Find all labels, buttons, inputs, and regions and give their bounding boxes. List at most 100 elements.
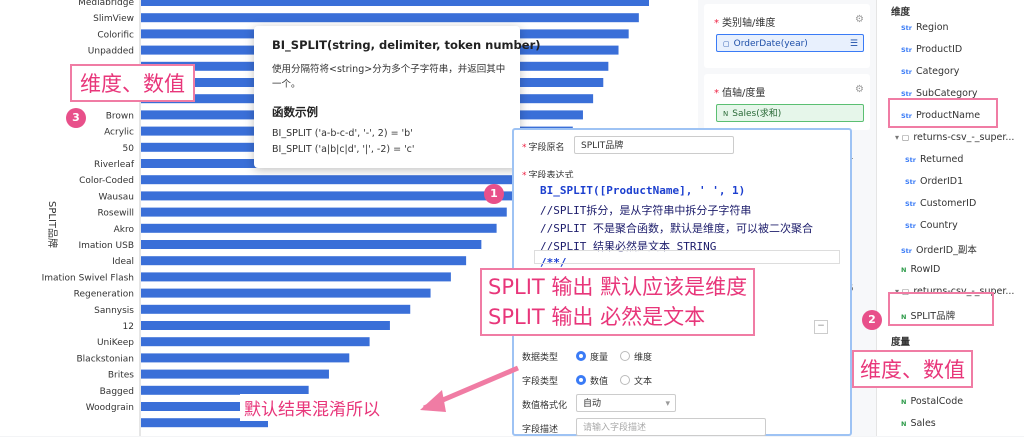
field-item[interactable]: N RowID <box>901 264 940 275</box>
measure-item[interactable]: N Sales <box>901 418 936 429</box>
bar-label-21: UniKeep <box>97 338 134 348</box>
bar-0[interactable] <box>141 0 649 6</box>
measure-header: 度量 <box>891 337 911 348</box>
field-item[interactable]: Str Country <box>905 220 958 231</box>
bar-22[interactable] <box>141 353 350 363</box>
badge-1: 1 <box>484 184 504 204</box>
field-item[interactable]: Str OrderID1 <box>905 176 963 187</box>
category-pill[interactable]: ▢ OrderDate(year) ☰ <box>716 34 864 52</box>
bar-21[interactable] <box>141 337 370 347</box>
bar-label-24: Bagged <box>100 387 134 397</box>
string-type-icon: Str <box>905 178 916 186</box>
field-label: OrderID1 <box>920 176 964 187</box>
field-label: Region <box>916 22 949 33</box>
field-label: OrderID_副本 <box>916 245 977 256</box>
collapse-icon[interactable]: − <box>814 320 828 334</box>
menu-icon[interactable]: ☰ <box>850 35 858 53</box>
field-item[interactable]: Str Returned <box>905 154 963 165</box>
field-type-text-radio[interactable] <box>620 375 630 385</box>
bar-label-11: Color-Coded <box>79 176 134 186</box>
string-type-icon: Str <box>905 156 916 164</box>
function-signature: BI_SPLIT(string, delimiter, token number… <box>272 38 541 52</box>
gear-icon[interactable]: ⚙ <box>855 14 864 25</box>
bar-18[interactable] <box>141 288 431 298</box>
description-input[interactable]: 请输入字段描述 <box>576 418 766 436</box>
bar-16[interactable] <box>141 256 467 266</box>
bar-19[interactable] <box>141 304 411 314</box>
bar-label-13: Rosewill <box>98 209 134 219</box>
bar-1[interactable] <box>141 13 639 23</box>
string-type-icon: Str <box>901 247 912 255</box>
bar-15[interactable] <box>141 240 482 249</box>
annotation-dimension-number-top: 维度、数值 <box>70 64 195 102</box>
function-description: 使用分隔符将<string>分为多个子字符串，并返回其中一个。 <box>272 64 506 90</box>
data-type-dimension-radio[interactable] <box>620 351 630 361</box>
field-item[interactable]: ▾ ▢ returns-csv_-_super... <box>895 132 1014 143</box>
string-type-icon: Str <box>901 46 912 54</box>
bar-label-2: Colorific <box>97 30 134 40</box>
bar-13[interactable] <box>141 207 507 217</box>
bar-label-7: Brown <box>106 111 134 121</box>
number-type-icon: N <box>901 398 907 406</box>
bar-label-25: Woodgrain <box>86 403 134 413</box>
field-label: ProductID <box>916 44 963 55</box>
field-item[interactable]: Str Region <box>901 22 949 33</box>
bar-label-14: Akro <box>114 225 135 235</box>
field-type-number-radio[interactable] <box>576 375 586 385</box>
bar-label-12: Wausau <box>99 192 134 202</box>
bar-label-16: Ideal <box>112 257 134 267</box>
code-line: //SPLIT拆分，是从字符串中拆分子字符串 <box>540 204 752 217</box>
badge-2: 2 <box>862 310 882 330</box>
field-item[interactable]: Str OrderID_副本 <box>901 242 977 256</box>
data-type-measure-radio[interactable] <box>576 351 586 361</box>
bar-label-10: Riverleaf <box>94 160 135 170</box>
bar-label-18: Regeneration <box>74 290 134 300</box>
gear-icon[interactable]: ⚙ <box>855 84 864 95</box>
field-item[interactable]: Str Category <box>901 66 959 77</box>
bar-20[interactable] <box>141 321 390 330</box>
code-line: //SPLIT 不是聚合函数，默认是维度，可以被二次聚合 <box>540 222 813 235</box>
data-type-dimension-label: 维度 <box>634 353 653 363</box>
measure-item[interactable]: N PostalCode <box>901 396 963 407</box>
date-icon: ▢ <box>723 40 730 48</box>
format-select[interactable]: 自动 ▾ <box>576 394 676 412</box>
number-type-icon: N <box>901 266 907 274</box>
string-type-icon: Str <box>901 90 912 98</box>
field-label: RowID <box>910 264 941 275</box>
chevron-down-icon: ▾ <box>665 399 670 409</box>
field-label: CustomerID <box>920 198 977 209</box>
bar-label-20: 12 <box>123 322 134 332</box>
bar-label-1: SlimView <box>93 14 134 24</box>
field-type-number-label: 数值 <box>590 377 609 387</box>
string-type-icon: Str <box>901 68 912 76</box>
bar-12[interactable] <box>141 191 522 201</box>
bar-label-0: Mediabridge <box>78 0 134 8</box>
function-tooltip: BI_SPLIT(string, delimiter, token number… <box>254 26 541 168</box>
field-name-label: * 字段原名 <box>522 143 565 153</box>
value-pill[interactable]: N Sales(求和) <box>716 104 864 122</box>
code-line: BI_SPLIT([ProductName], ' ', 1) <box>540 184 746 197</box>
field-label: Category <box>916 66 960 77</box>
field-type-text-label: 文本 <box>634 377 653 387</box>
bar-14[interactable] <box>141 223 497 233</box>
string-type-icon: Str <box>905 222 916 230</box>
bar-17[interactable] <box>141 272 451 282</box>
field-label: PostalCode <box>910 396 964 407</box>
bar-label-17: Imation Swivel Flash <box>42 273 134 283</box>
example-1: BI_SPLIT ('a-b-c-d', '-', 2) = 'b' <box>272 128 413 139</box>
field-name-input[interactable]: SPLIT品牌 <box>574 136 734 154</box>
bar-23[interactable] <box>141 369 329 379</box>
field-label: Country <box>920 220 958 231</box>
value-axis-title: * 值轴/度量 <box>714 88 766 99</box>
field-item[interactable]: Str CustomerID <box>905 198 976 209</box>
annotation-line: SPLIT 输出 必然是文本 <box>488 305 706 329</box>
value-axis-card: * 值轴/度量 ⚙ N Sales(求和) <box>704 74 870 130</box>
field-label: returns-csv_-_super... <box>913 132 1015 143</box>
annotation-split-output: SPLIT 输出 默认应该是维度 SPLIT 输出 必然是文本 <box>480 268 756 336</box>
description-label: 字段描述 <box>522 425 559 435</box>
field-item[interactable]: Str ProductID <box>901 44 962 55</box>
bar-label-3: Unpadded <box>88 47 134 57</box>
arrow-icon <box>420 365 519 412</box>
bar-11[interactable] <box>141 175 538 185</box>
bar-label-15: Imation USB <box>78 241 134 251</box>
